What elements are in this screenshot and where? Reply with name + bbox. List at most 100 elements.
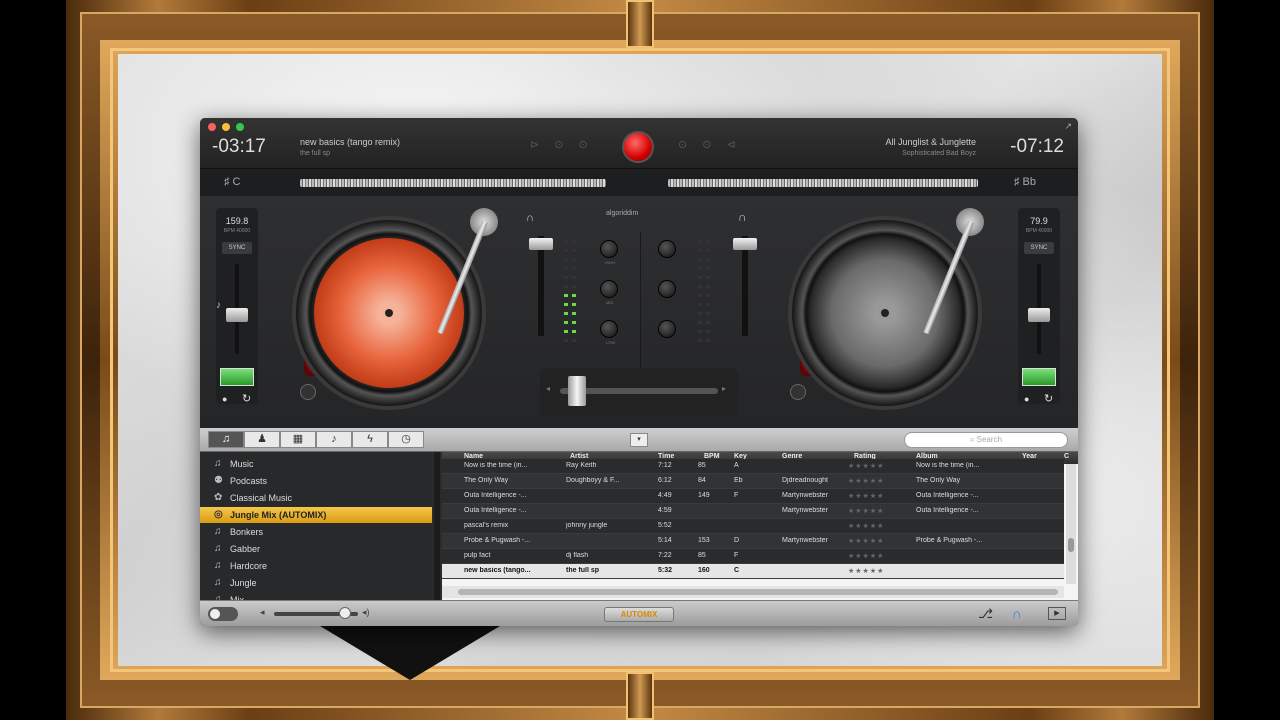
table-row[interactable]: Outa Intelligence -... 4:49 149 F Martynwebs… [442,489,1064,504]
volume-fader-right[interactable] [733,238,757,250]
level-led [706,249,710,252]
sidebar-item[interactable]: ♫ Hardcore [200,558,432,574]
rating-stars[interactable]: ★★★★★ [848,462,884,470]
vertical-scroll-thumb[interactable] [1068,538,1074,552]
deck-right-loop-icon[interactable]: ↻ [1044,392,1053,405]
rating-stars[interactable]: ★★★★★ [848,507,884,515]
deck-left-play-button[interactable] [220,368,254,386]
tab-user-icon[interactable]: ♟ [244,431,280,448]
deck-right-waveform[interactable] [668,179,978,187]
deck-left-start-stop[interactable] [300,384,316,400]
close-button[interactable] [208,123,216,131]
waveform-bar: ♯ C ♯ Bb [200,168,1078,196]
deck-right-cue-icon[interactable]: ● [1024,394,1029,404]
eq-mid-left-knob[interactable] [600,280,618,298]
minimize-button[interactable] [222,123,230,131]
headphones-icon[interactable]: ∩ [1012,606,1021,621]
rating-stars[interactable]: ★★★★★ [848,552,884,560]
eq-high-left-knob[interactable] [600,240,618,258]
deck-left-sync-button[interactable]: SYNC [222,242,252,254]
sidebar-item[interactable]: ♫ Jungle [200,575,432,591]
deck-right-key[interactable]: ♯ Bb [1014,176,1036,188]
eq-high-right-knob[interactable] [658,240,676,258]
deck-right-transport[interactable]: ⊙ ⊙ ⊲ [678,138,742,151]
deck-right-play-button[interactable] [1022,368,1056,386]
deck-left-pitch-slider[interactable] [226,308,248,322]
sidebar-item[interactable]: ◎ Jungle Mix (AUTOMIX) [200,507,432,523]
sidebar-toggle[interactable] [208,607,238,621]
headphone-left-icon[interactable]: ∩ [526,212,534,224]
rating-stars[interactable]: ★★★★★ [848,537,884,545]
eq-low-right-knob[interactable] [658,320,676,338]
deck-left-cue-icon[interactable]: ● [222,394,227,404]
airplay-icon[interactable]: ▸ [1048,607,1066,620]
tab-clock-icon[interactable]: ◷ [388,431,424,448]
table-row[interactable]: Now is the time (in... Ray Keith 7:12 85 A ★★… [442,459,1064,474]
fullscreen-icon[interactable]: ↗ [1064,121,1072,132]
crossfader-left-arrow[interactable]: ◂ [546,384,550,393]
sidebar-item[interactable]: ♫ Music [200,456,432,472]
deck-left-title: new basics (tango remix) [300,137,401,147]
sidebar-item[interactable]: ♫ Bonkers [200,524,432,540]
tab-video-icon[interactable]: ▦ [280,431,316,448]
automix-button[interactable]: AUTOMIX [604,607,674,622]
crossfader-right-arrow[interactable]: ▸ [722,384,726,393]
tab-music-icon[interactable]: ♫ [208,431,244,448]
sidebar-item[interactable]: ✿ Classical Music [200,490,432,506]
level-led [572,240,576,243]
microphone-icon[interactable]: ⎇ [978,606,993,622]
level-led [698,330,702,333]
sidebar-item-label: Classical Music [230,493,293,503]
tab-guitar-icon[interactable]: ♪ [316,431,352,448]
bottom-bar: ◂ ◂) AUTOMIX ⎇ ∩ ▸ [200,600,1078,626]
deck-left-waveform[interactable] [300,179,606,187]
deck-left-bpm-sub: BPM 40000 [223,228,251,234]
sidebar-item[interactable]: ♫ Mix [200,592,432,600]
deck-left-platter[interactable] [296,220,482,406]
eq-low-left-knob[interactable] [600,320,618,338]
rating-stars[interactable]: ★★★★★ [848,492,884,500]
sidebar-item[interactable]: ⚉ Podcasts [200,473,432,489]
table-row[interactable]: pulp fact dj flash 7:22 85 F ★★★★★ [442,549,1064,564]
deck-left-loop-icon[interactable]: ↻ [242,392,251,405]
deck-right-pitch-slider[interactable] [1028,308,1050,322]
table-vertical-scrollbar[interactable] [1066,464,1076,584]
level-led [572,339,576,342]
deck-right-sync-button[interactable]: SYNC [1024,242,1054,254]
table-cell: 5:32 [658,567,673,574]
table-row[interactable]: Outa Intelligence -... 4:59 Martynwebster ★… [442,504,1064,519]
level-led [706,294,710,297]
volume-slider[interactable] [339,607,352,619]
level-led [698,321,702,324]
sidebar-item[interactable]: ♫ Gabber [200,541,432,557]
deck-left-transport[interactable]: ⊳ ⊙ ⊙ [530,138,594,151]
horizontal-scroll-thumb[interactable] [458,589,1058,595]
table-row[interactable]: The Only Way Doughboyy & F... 6:12 84 Eb Djdr… [442,474,1064,489]
headphone-right-icon[interactable]: ∩ [738,210,747,224]
rating-stars[interactable]: ★★★★★ [848,477,884,485]
rating-stars[interactable]: ★★★★★ [848,567,884,575]
level-led [698,294,702,297]
column-header[interactable]: C [1064,453,1069,460]
playlist-icon: ◎ [214,509,223,520]
table-horizontal-scrollbar[interactable] [442,586,1064,598]
deck-left-key[interactable]: ♯ C [224,176,241,188]
table-row[interactable]: Probe & Pugwash -... 5:14 153 D Martynwebste… [442,534,1064,549]
tab-bolt-icon[interactable]: ϟ [352,431,388,448]
record-button[interactable] [622,131,654,163]
eq-mid-right-knob[interactable] [658,280,676,298]
table-row[interactable]: pascal's remix johnny jungle 5:52 ★★★★★ [442,519,1064,534]
level-led [564,267,568,270]
deck-right-start-stop[interactable] [790,384,806,400]
volume-fader-left[interactable] [529,238,553,250]
rating-stars[interactable]: ★★★★★ [848,522,884,530]
table-row[interactable]: new basics (tango... the full sp 5:32 160 C ★… [442,564,1064,579]
deck-right-platter[interactable] [792,220,978,406]
table-cell: Martynwebster [782,507,828,514]
chevron-down-icon[interactable]: ▾ [630,433,648,447]
search-input[interactable]: ⌕ Search [904,432,1068,448]
eq-mid-label: MID [606,300,614,305]
zoom-button[interactable] [236,123,244,131]
sidebar-scrollbar[interactable] [434,452,440,600]
crossfader[interactable] [568,376,586,406]
